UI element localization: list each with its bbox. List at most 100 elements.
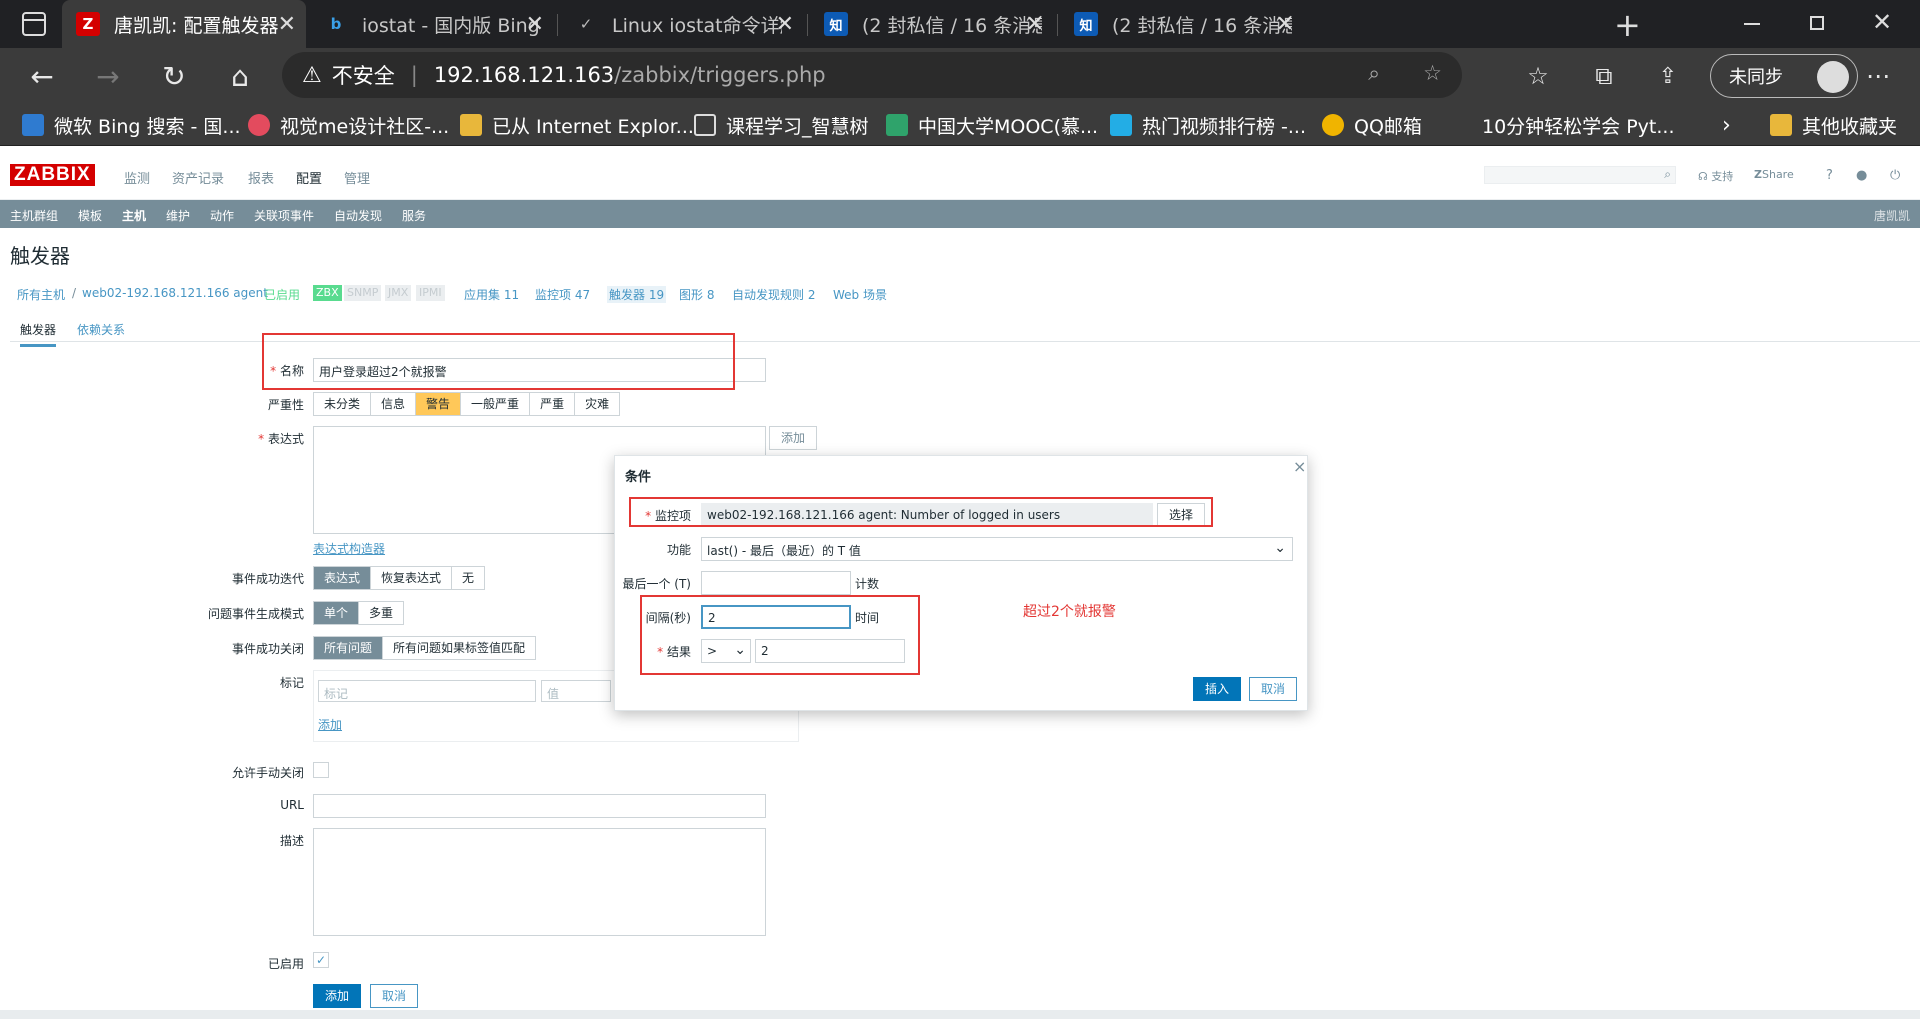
subnav-correlation[interactable]: 关联项事件 [254,207,314,224]
more-icon[interactable]: ⋯ [1858,56,1898,96]
collections-icon[interactable]: ⧉ [1584,56,1624,96]
tab-zhihu-1[interactable]: 知 (2 封私信 / 16 条消息) 各 ✕ [810,0,1054,48]
subnav-templates[interactable]: 模板 [78,207,102,224]
ok-event-expression[interactable]: 表达式 [314,567,372,589]
host-status-enabled[interactable]: 已启用 [264,286,300,303]
menu-reports[interactable]: 报表 [248,168,274,187]
close-tab-icon[interactable]: ✕ [526,12,544,37]
logout-icon[interactable]: ⏻ [1890,168,1900,183]
subnav-services[interactable]: 服务 [402,207,426,224]
breadcrumb-discovery[interactable]: 自动发现规则 2 [732,286,815,303]
ok-close-all[interactable]: 所有问题 [314,637,384,659]
bookmark-bilibili[interactable]: 热门视频排行榜 -... [1110,110,1306,140]
favorites-icon[interactable]: ☆ [1518,56,1558,96]
tab-dependencies[interactable]: 依赖关系 [77,321,125,338]
close-tab-icon[interactable]: ✕ [1276,12,1294,37]
severity-disaster[interactable]: 灾难 [575,393,620,415]
menu-administration[interactable]: 管理 [344,168,370,187]
breadcrumb-items[interactable]: 监控项 47 [535,286,590,303]
dialog-cancel-button[interactable]: 取消 [1249,677,1297,701]
dialog-function-select[interactable]: last() - 最后（最近）的 T 值 ⌄ [701,537,1293,561]
tag-name-input[interactable]: 标记 [318,680,536,702]
breadcrumb-web[interactable]: Web 场景 [833,286,887,303]
share-link[interactable]: ZShare [1754,168,1794,181]
bookmark-shijueme[interactable]: 视觉me设计社区-... [248,110,449,140]
severity-average[interactable]: 一般严重 [461,393,531,415]
severity-not-classified[interactable]: 未分类 [314,393,372,415]
expression-add-button[interactable]: 添加 [769,426,817,450]
url-input[interactable] [313,794,766,818]
support-link[interactable]: ☊ 支持 [1698,168,1733,184]
user-profile-icon[interactable]: ● [1856,168,1867,183]
description-textarea[interactable] [313,828,766,936]
forward-icon[interactable]: → [88,56,128,96]
url-field[interactable]: ⚠ 不安全 | 192.168.121.163 /zabbix/triggers… [282,52,1462,98]
subnav-maintenance[interactable]: 维护 [166,207,190,224]
dialog-last-of-label: 最后一个 (T) [622,577,691,591]
breadcrumb-host[interactable]: web02-192.168.121.166 agent [82,286,268,300]
global-search-input[interactable]: ⌕ [1484,166,1676,184]
bookmark-qqmail[interactable]: QQ邮箱 [1322,110,1422,140]
close-tab-icon[interactable]: ✕ [1026,12,1044,37]
bookmark-python[interactable]: 10分钟轻松学会 Pyt... [1482,110,1675,140]
bookmark-bing[interactable]: 微软 Bing 搜索 - 国... [22,110,241,140]
form-cancel-button[interactable]: 取消 [370,984,418,1008]
chevron-right-icon[interactable]: › [1722,110,1731,140]
breadcrumb-all-hosts[interactable]: 所有主机 [17,286,65,303]
subnav-hosts[interactable]: 主机 [122,207,146,224]
ok-event-none[interactable]: 无 [452,567,485,589]
breadcrumb-triggers[interactable]: 触发器 19 [607,286,667,303]
back-icon[interactable]: ← [22,56,62,96]
manual-close-checkbox[interactable] [313,762,329,778]
dialog-last-of-input[interactable] [701,571,851,595]
problem-mode-single[interactable]: 单个 [314,602,360,624]
problem-mode-multiple[interactable]: 多重 [359,602,404,624]
share-label: Share [1761,168,1794,181]
subnav-actions[interactable]: 动作 [210,207,234,224]
tag-value-input[interactable]: 值 [541,680,611,702]
new-tab-icon[interactable]: + [1614,6,1641,44]
tab-trigger[interactable]: 触发器 [20,321,57,347]
bookmark-zhihuishu[interactable]: 课程学习_智慧树 [694,110,869,140]
zabbix-logo[interactable]: ZABBIX [10,164,95,186]
bookmark-mooc[interactable]: 中国大学MOOC(慕... [886,110,1098,140]
eye-icon [248,114,270,136]
subnav-discovery[interactable]: 自动发现 [334,207,382,224]
breadcrumb-graphs[interactable]: 图形 8 [679,286,714,303]
ok-event-recovery-expression[interactable]: 恢复表达式 [371,567,453,589]
submit-add-button[interactable]: 添加 [313,984,361,1008]
close-tab-icon[interactable]: ✕ [278,12,296,37]
tab-actions-icon[interactable] [22,12,46,36]
tag-add-link[interactable]: 添加 [318,716,342,733]
dialog-close-icon[interactable]: × [1293,457,1306,476]
share-icon[interactable]: ⇪ [1648,56,1688,96]
home-icon[interactable]: ⌂ [220,56,260,96]
tab-zhihu-2[interactable]: 知 (2 封私信 / 16 条消息) 计 ✕ [1060,0,1304,48]
help-icon[interactable]: ? [1826,168,1833,183]
profile-button[interactable]: 未同步 [1710,54,1858,98]
severity-information[interactable]: 信息 [371,393,417,415]
minimize-icon[interactable] [1744,23,1760,25]
subnav-hostgroups[interactable]: 主机群组 [10,207,58,224]
expression-constructor-link[interactable]: 表达式构造器 [313,540,385,557]
menu-inventory[interactable]: 资产记录 [172,168,224,187]
breadcrumb-applications[interactable]: 应用集 11 [464,286,519,303]
close-window-icon[interactable]: ✕ [1872,8,1892,36]
ok-close-tag-match[interactable]: 所有问题如果标签值匹配 [383,637,536,659]
tab-iostat[interactable]: ✓ Linux iostat命令详解 - 小a ✕ [560,0,804,48]
refresh-icon[interactable]: ↻ [154,56,194,96]
enabled-checkbox[interactable]: ✓ [313,952,329,968]
close-tab-icon[interactable]: ✕ [776,12,794,37]
add-favorite-icon[interactable]: ☆ [1423,61,1442,85]
severity-warning[interactable]: 警告 [416,393,462,415]
menu-configuration[interactable]: 配置 [296,168,322,187]
bookmark-ie[interactable]: 已从 Internet Explor... [460,110,694,140]
menu-monitoring[interactable]: 监测 [124,168,150,187]
dialog-insert-button[interactable]: 插入 [1193,677,1241,701]
zoom-icon[interactable]: ⌕ [1368,61,1380,86]
severity-high[interactable]: 严重 [530,393,576,415]
restore-icon[interactable] [1810,16,1824,30]
tab-bing[interactable]: b iostat - 国内版 Bing ✕ [310,0,554,48]
bookmark-other[interactable]: 其他收藏夹 [1770,110,1897,140]
tab-zabbix[interactable]: Z 唐凯凯: 配置触发器 ✕ [62,0,306,48]
